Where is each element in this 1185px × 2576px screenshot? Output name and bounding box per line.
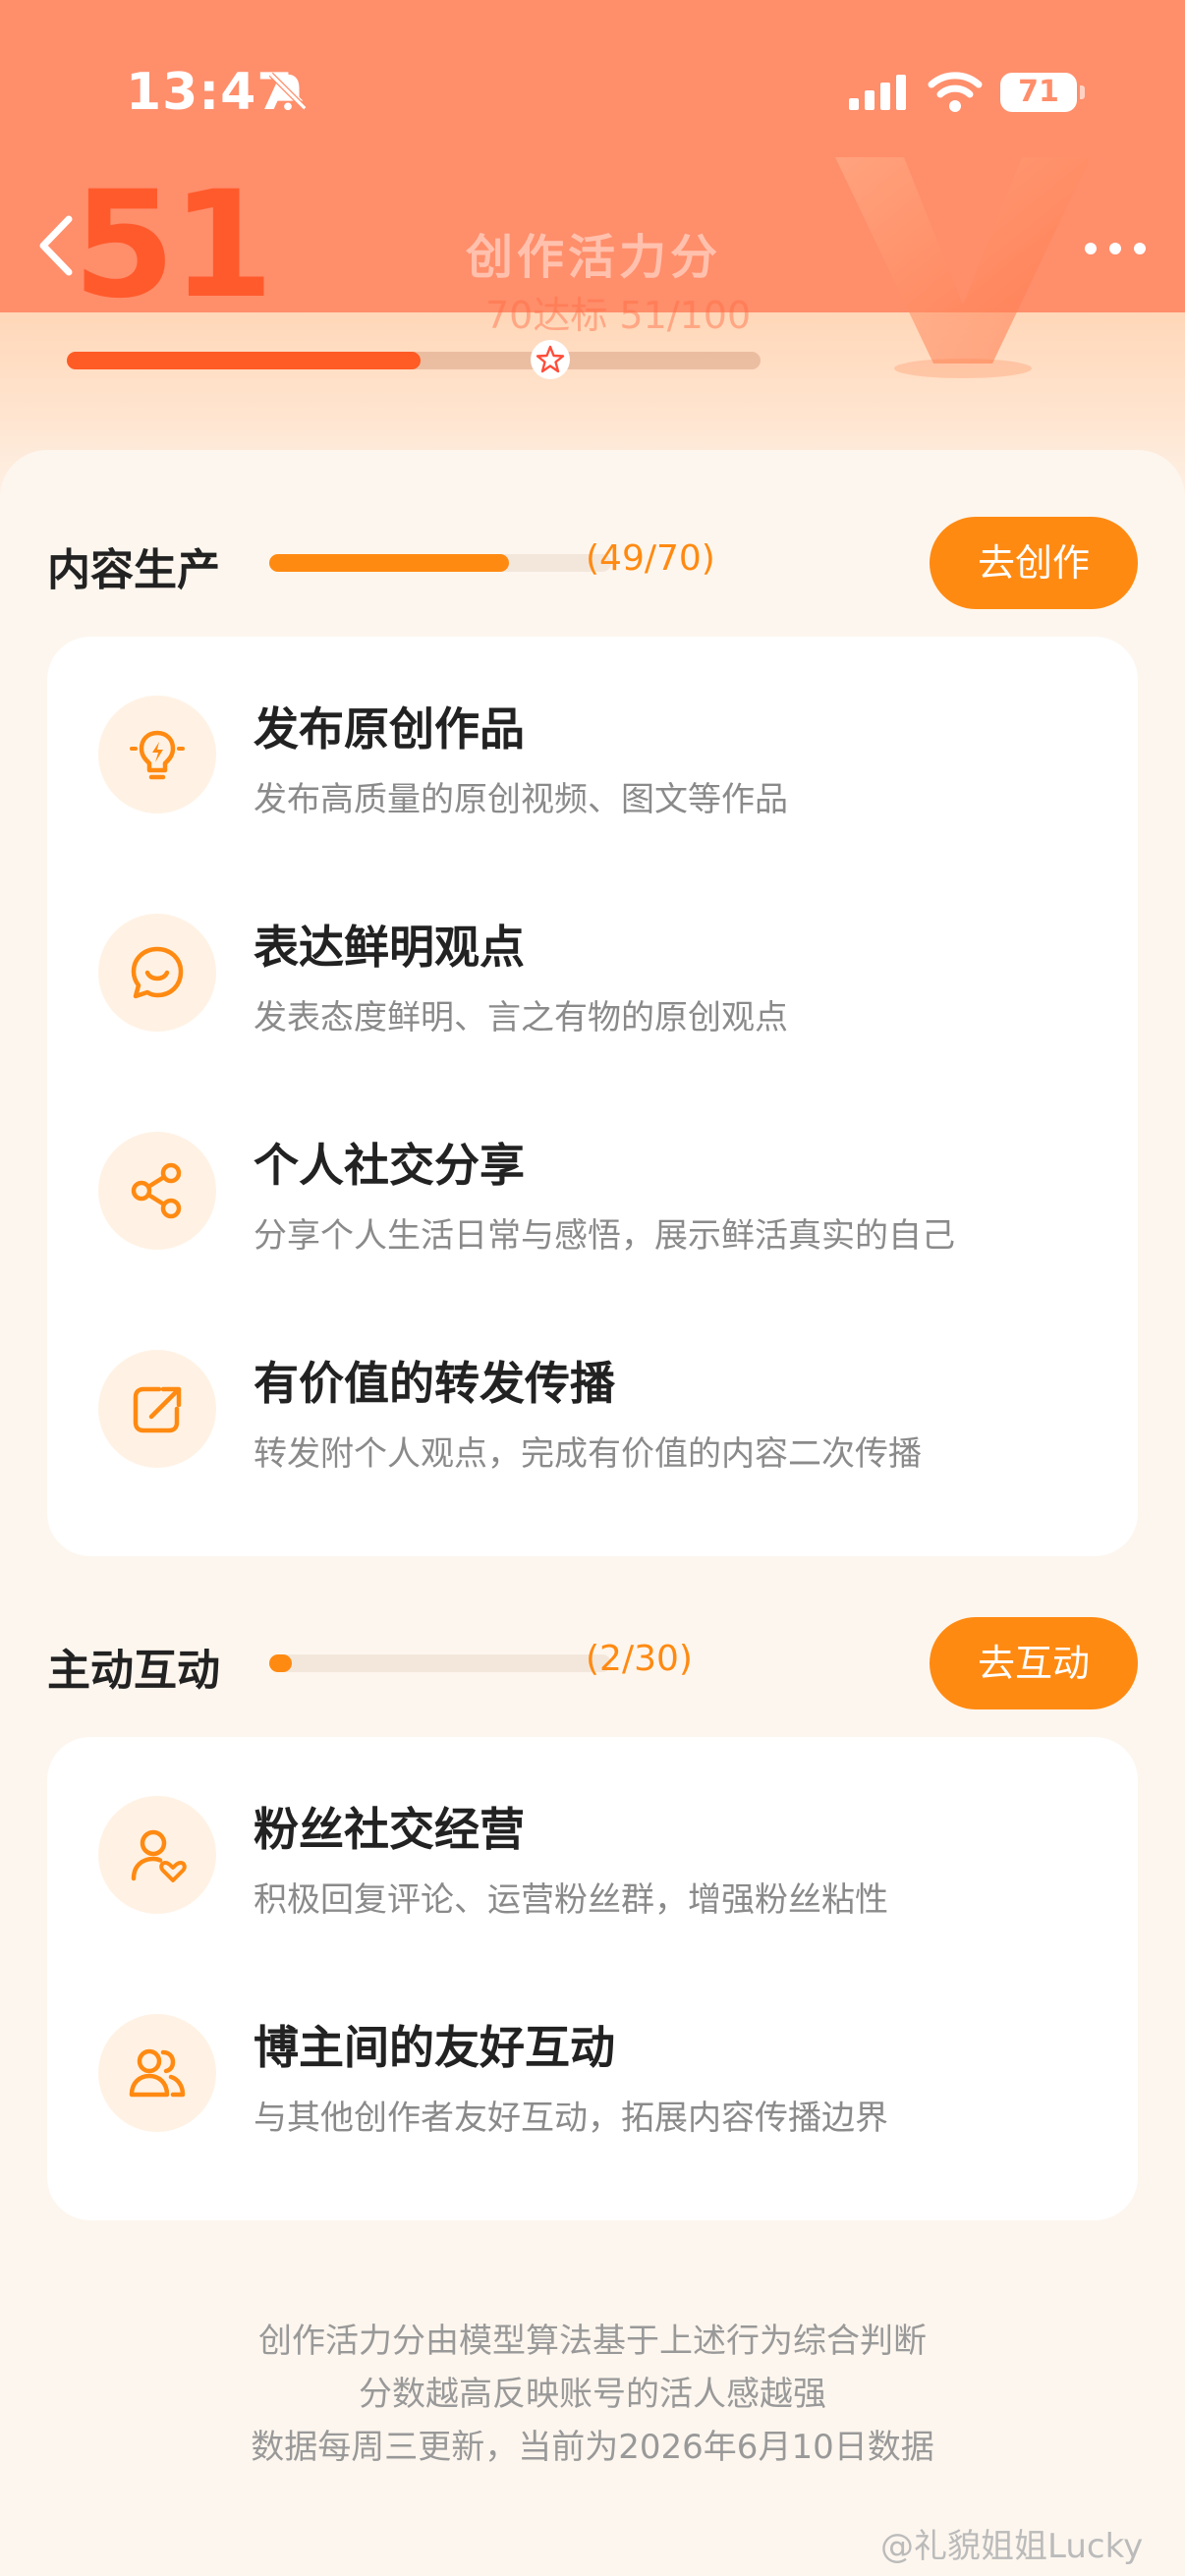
item-desc: 转发附个人观点，完成有价值的内容二次传播 [254, 1434, 922, 1474]
item-title: 粉丝社交经营 [254, 1803, 525, 1856]
section-count: (49/70) [586, 538, 715, 579]
user-heart-icon [131, 1829, 187, 1882]
list-item[interactable]: 有价值的转发传播 转发附个人观点，完成有价值的内容二次传播 [47, 1291, 1138, 1509]
score-value: 51 [73, 160, 274, 331]
footer-line: 创作活力分由模型算法基于上述行为综合判断 [258, 2322, 927, 2361]
page-title: 创作活力分 [466, 230, 722, 285]
list-item[interactable]: 发布原创作品 发布高质量的原创视频、图文等作品 [47, 637, 1138, 855]
status-bar: 13:47 71 [0, 63, 1185, 132]
footer-line: 分数越高反映账号的活人感越强 [359, 2375, 826, 2414]
content-production-card: 发布原创作品 发布高质量的原创视频、图文等作品 表达鲜明观点 发表态度鲜明、言之… [47, 637, 1138, 1556]
chat-smile-icon [131, 946, 184, 999]
section-progress-fill [269, 554, 509, 572]
item-desc: 积极回复评论、运营粉丝群，增强粉丝粘性 [254, 1880, 888, 1920]
item-desc: 发表态度鲜明、言之有物的原创观点 [254, 998, 788, 1037]
users-icon [129, 2048, 186, 2098]
section-progress-bar [269, 554, 611, 572]
forward-icon [133, 1386, 182, 1433]
signal-icon [849, 75, 906, 110]
item-title: 有价值的转发传播 [254, 1357, 615, 1410]
footer-line: 数据每周三更新，当前为2026年6月10日数据 [251, 2428, 934, 2467]
item-desc: 分享个人生活日常与感悟，展示鲜活真实的自己 [254, 1216, 955, 1256]
section-active-interaction: 主动互动 (2/30) 去互动 [47, 1613, 1138, 1711]
item-desc: 发布高质量的原创视频、图文等作品 [254, 780, 788, 819]
battery-icon: 71 [1000, 73, 1085, 112]
go-interact-button[interactable]: 去互动 [930, 1617, 1138, 1709]
section-title: 主动互动 [47, 1646, 220, 1696]
bell-muted-icon [268, 72, 308, 111]
item-title: 博主间的友好互动 [254, 2021, 615, 2074]
goal-text: 70达标 51/100 [485, 294, 752, 337]
interaction-card: 粉丝社交经营 积极回复评论、运营粉丝群，增强粉丝粘性 博主间的友好互动 与其他创… [47, 1737, 1138, 2220]
item-title: 发布原创作品 [254, 702, 525, 756]
score-progress-fill [67, 352, 422, 369]
item-title: 表达鲜明观点 [254, 921, 525, 974]
go-create-button[interactable]: 去创作 [930, 517, 1138, 609]
wifi-icon [928, 72, 983, 112]
score-progress-bar [67, 352, 761, 369]
section-title: 内容生产 [47, 545, 220, 595]
section-count: (2/30) [586, 1639, 693, 1679]
section-progress-bar [269, 1654, 611, 1672]
share-icon [131, 1162, 182, 1219]
section-content-production: 内容生产 (49/70) 去创作 [47, 513, 1138, 611]
watermark: @礼貌姐姐Lucky [880, 2527, 1144, 2566]
lightbulb-icon [130, 730, 185, 780]
more-icon[interactable] [1081, 234, 1150, 263]
section-progress-fill [269, 1654, 293, 1672]
list-item[interactable]: 粉丝社交经营 积极回复评论、运营粉丝群，增强粉丝粘性 [47, 1737, 1138, 1955]
item-desc: 与其他创作者友好互动，拓展内容传播边界 [254, 2099, 888, 2138]
list-item[interactable]: 博主间的友好互动 与其他创作者友好互动，拓展内容传播边界 [47, 1955, 1138, 2173]
item-title: 个人社交分享 [254, 1139, 525, 1192]
list-item[interactable]: 个人社交分享 分享个人生活日常与感悟，展示鲜活真实的自己 [47, 1073, 1138, 1291]
goal-star-icon [531, 340, 570, 379]
list-item[interactable]: 表达鲜明观点 发表态度鲜明、言之有物的原创观点 [47, 855, 1138, 1073]
v-badge-logo [835, 157, 1091, 378]
